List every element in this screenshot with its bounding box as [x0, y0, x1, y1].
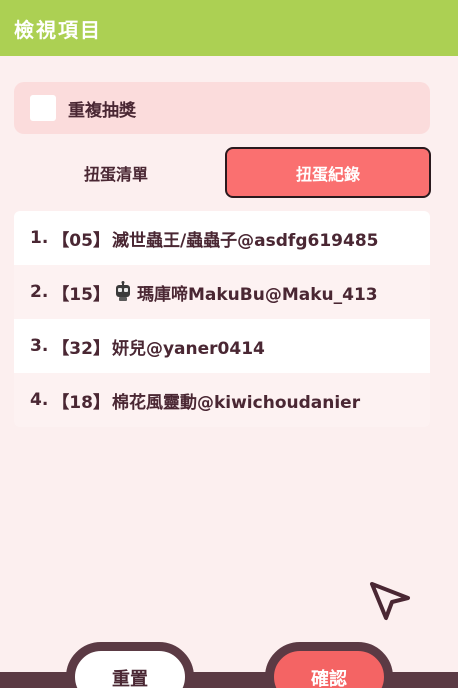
reset-button[interactable]: 重置 — [66, 642, 194, 688]
repeat-draw-row[interactable]: 重複抽獎 — [14, 82, 430, 134]
page-title: 檢視項目 — [14, 17, 102, 42]
item-name: 瑪庫啼MakuBu@Maku_413 — [136, 284, 378, 305]
item-name: 棉花風靈動@kiwichoudanier — [111, 392, 361, 413]
robot-avatar-icon — [115, 281, 130, 301]
header-bar: 檢視項目 — [0, 0, 458, 56]
item-code: 【05】 — [52, 230, 110, 251]
app: 檢視項目 重複抽獎 扭蛋清單 扭蛋紀錄 1. 【05】 滅世蟲王/蟲蟲子@asd… — [0, 0, 458, 688]
pointer-cursor-icon — [370, 582, 410, 620]
tab-gacha-log[interactable]: 扭蛋紀錄 — [225, 147, 431, 198]
item-index: 2. — [30, 282, 49, 302]
item-name: 妍兒@yaner0414 — [111, 338, 265, 359]
item-index: 3. — [30, 336, 49, 356]
repeat-draw-checkbox[interactable] — [30, 95, 56, 121]
item-index: 1. — [30, 228, 49, 248]
list-item[interactable]: 1. 【05】 滅世蟲王/蟲蟲子@asdfg619485 — [14, 211, 430, 265]
record-list: 1. 【05】 滅世蟲王/蟲蟲子@asdfg619485 2. 【15】 瑪庫啼… — [14, 211, 430, 427]
item-code: 【32】 — [52, 338, 110, 359]
item-code: 【15】 — [52, 284, 110, 305]
list-item[interactable]: 3. 【32】 妍兒@yaner0414 — [14, 319, 430, 373]
list-item[interactable]: 4. 【18】 棉花風靈動@kiwichoudanier — [14, 373, 430, 427]
item-index: 4. — [30, 390, 49, 410]
confirm-button[interactable]: 確認 — [265, 642, 393, 688]
tab-gacha-list[interactable]: 扭蛋清單 — [14, 147, 218, 198]
list-item[interactable]: 2. 【15】 瑪庫啼MakuBu@Maku_413 — [14, 265, 430, 319]
item-code: 【18】 — [52, 392, 110, 413]
item-name: 滅世蟲王/蟲蟲子@asdfg619485 — [111, 230, 379, 251]
repeat-draw-label: 重複抽獎 — [68, 100, 136, 121]
